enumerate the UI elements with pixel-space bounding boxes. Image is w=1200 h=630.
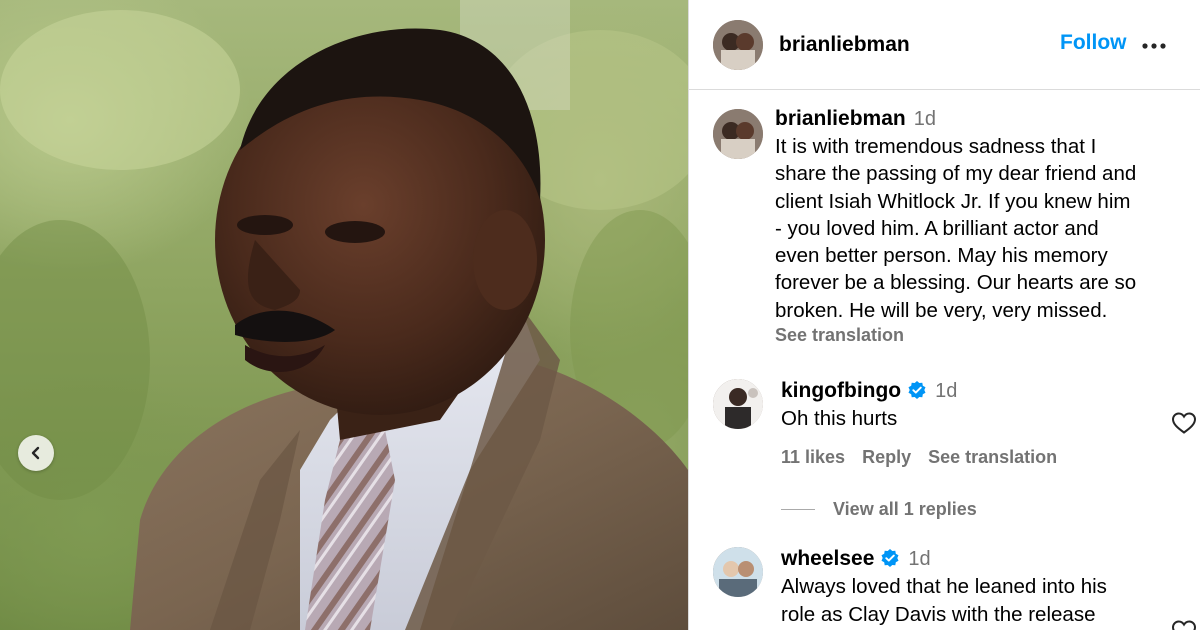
more-horizontal-icon[interactable]: [1141, 36, 1167, 56]
comment-reply-button[interactable]: Reply: [862, 447, 911, 467]
post-side-panel: brianliebman Follow brianliebman 1d It is…: [688, 0, 1200, 630]
comment-actions: 11 likes Reply See translation: [781, 447, 1141, 468]
view-replies-button[interactable]: View all 1 replies: [781, 499, 977, 520]
follow-button[interactable]: Follow: [1060, 31, 1127, 55]
replies-divider-line: [781, 509, 815, 510]
comment-likes-count[interactable]: 11 likes: [781, 447, 845, 467]
author-username[interactable]: brianliebman: [779, 33, 910, 57]
like-heart-icon[interactable]: [1171, 411, 1197, 435]
avatar-image: [713, 109, 763, 159]
chevron-left-icon: [31, 446, 40, 460]
commenter-avatar[interactable]: [713, 547, 763, 597]
caption-author-avatar[interactable]: [713, 109, 763, 159]
comment-text: Oh this hurts: [781, 407, 898, 430]
post-header: brianliebman Follow: [689, 0, 1200, 90]
verified-badge-icon: [908, 381, 926, 399]
comment-text: Always loved that he leaned into his rol…: [781, 575, 1107, 626]
commenter-username[interactable]: wheelsee: [781, 547, 874, 570]
comment-see-translation-link[interactable]: See translation: [928, 447, 1057, 467]
previous-image-button[interactable]: [18, 435, 54, 471]
post-photo-portrait: [0, 0, 688, 630]
comment-timestamp[interactable]: 1d: [935, 380, 957, 402]
like-heart-icon[interactable]: [1171, 619, 1197, 630]
post-image: [0, 0, 688, 630]
verified-badge-icon: [881, 549, 899, 567]
author-avatar[interactable]: [713, 19, 763, 70]
caption-timestamp[interactable]: 1d: [914, 108, 936, 130]
avatar-image: [713, 379, 763, 429]
view-replies-label: View all 1 replies: [833, 499, 977, 519]
avatar-image: [713, 547, 763, 597]
commenter-avatar[interactable]: [713, 379, 763, 429]
comment-timestamp[interactable]: 1d: [908, 548, 930, 570]
caption-text: It is with tremendous sadness that I sha…: [775, 135, 1137, 322]
caption-username[interactable]: brianliebman: [775, 107, 906, 130]
avatar-image: [713, 19, 763, 70]
caption-see-translation-link[interactable]: See translation: [775, 325, 1185, 346]
commenter-username[interactable]: kingofbingo: [781, 379, 901, 402]
